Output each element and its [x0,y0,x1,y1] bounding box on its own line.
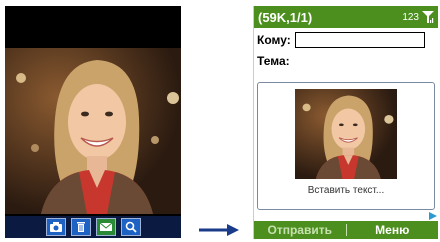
to-input[interactable] [294,32,425,48]
camera-review-screen [5,6,181,238]
camera-toolbar [5,216,181,238]
insert-text-placeholder[interactable]: Вставить текст... [258,185,434,196]
camera-button[interactable] [45,218,66,236]
camera-icon [49,222,62,232]
attached-photo[interactable] [295,89,397,179]
to-field-row: Кому: [257,32,425,48]
magnifier-icon [125,221,137,233]
message-size-indicator: (59K,1/1) [258,9,313,25]
to-label: Кому: [257,33,291,47]
subject-label: Тема: [257,54,290,68]
next-slide-icon[interactable] [429,212,437,220]
message-body-card[interactable]: Вставить текст... [257,82,435,210]
captured-photo [5,48,181,214]
trash-icon [76,222,85,232]
status-bar: (59K,1/1) 123 [254,6,438,28]
softkey-bar: Отправить Меню [254,221,438,239]
zoom-button[interactable] [120,218,141,236]
mms-composer-screen: (59K,1/1) 123 Кому: Тема: Вставить текст… [253,6,438,239]
subject-field-row[interactable]: Тема: [257,54,290,68]
flow-arrow-icon [199,224,239,236]
envelope-icon [99,222,112,231]
send-softkey[interactable]: Отправить [254,223,346,237]
delete-button[interactable] [70,218,91,236]
menu-softkey[interactable]: Меню [347,223,439,237]
signal-icon [422,11,434,23]
input-mode-indicator: 123 [402,11,419,23]
send-mms-button[interactable] [95,218,116,236]
